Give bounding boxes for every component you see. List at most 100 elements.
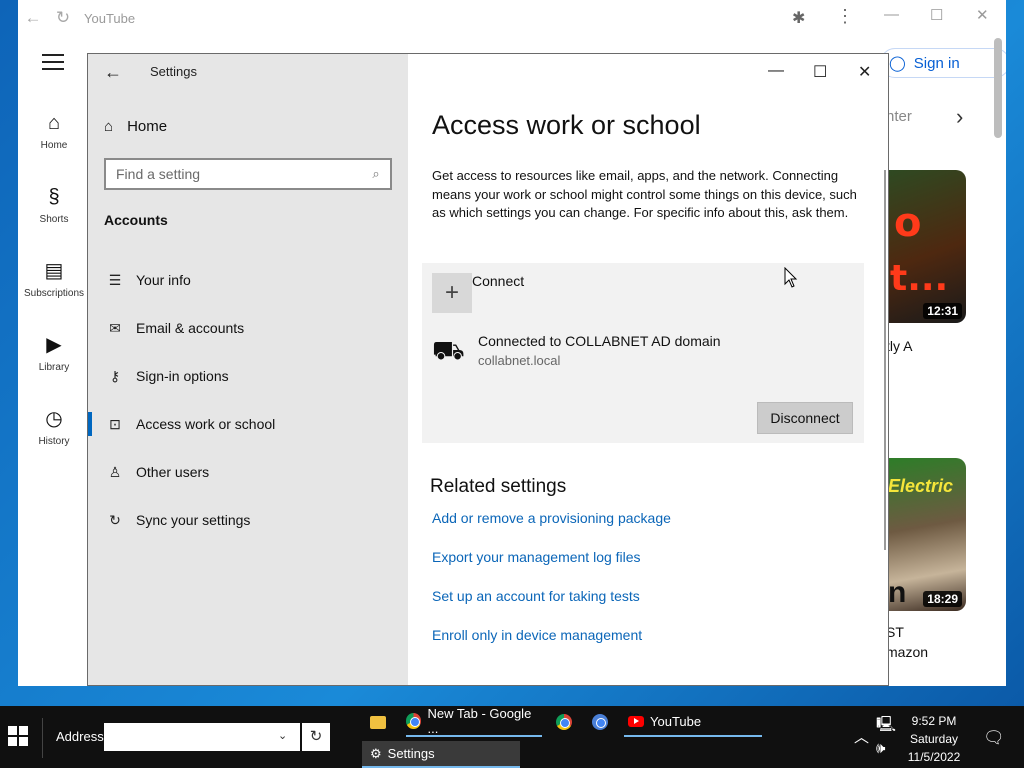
- video-thumbnail[interactable]: o t... 12:31: [886, 170, 966, 323]
- nav-label: Other users: [136, 464, 210, 480]
- taskbar-youtube-button[interactable]: YouTube: [624, 707, 762, 737]
- maximize-button[interactable]: ☐: [813, 62, 827, 82]
- domain-subtitle: collabnet.local: [478, 353, 561, 368]
- connect-button[interactable]: +: [432, 273, 472, 313]
- chevron-up-icon[interactable]: ︿: [854, 726, 869, 747]
- shorts-icon: §: [48, 186, 60, 208]
- yt-nav-label: Subscriptions: [23, 288, 85, 299]
- settings-app-title: Settings: [150, 64, 197, 79]
- chrome-close-button[interactable]: ✕: [976, 6, 989, 24]
- search-icon[interactable]: ⌕: [362, 166, 390, 182]
- yt-nav-label: Shorts: [39, 214, 69, 225]
- nav-email-accounts[interactable]: ✉ Email & accounts: [88, 308, 408, 348]
- nav-your-info[interactable]: ☰ Your info: [88, 260, 408, 300]
- nav-sync-settings[interactable]: ↻ Sync your settings: [88, 500, 408, 540]
- folder-icon: [370, 715, 386, 729]
- yt-nav-history[interactable]: ◷ History: [18, 406, 90, 447]
- file-explorer-button[interactable]: [370, 707, 386, 737]
- subscriptions-icon: ▤: [44, 260, 64, 282]
- yt-nav-label: History: [38, 436, 70, 447]
- start-button[interactable]: [8, 726, 28, 746]
- clock-day: Saturday: [909, 732, 959, 746]
- reload-icon[interactable]: ↻: [48, 8, 78, 28]
- video-title[interactable]: mazon: [886, 642, 928, 662]
- home-icon: ⌂: [47, 112, 61, 134]
- video-title[interactable]: tly A: [886, 336, 912, 356]
- taskbar-chrome-button[interactable]: [556, 707, 572, 737]
- settings-sidebar: ← Settings ⌂ Home ⌕ Accounts ☰ Your info…: [88, 54, 408, 685]
- link-export-logs[interactable]: Export your management log files: [432, 549, 641, 565]
- nav-other-users[interactable]: ♙ Other users: [88, 452, 408, 492]
- minimize-button[interactable]: —: [768, 62, 784, 80]
- nav-sign-in-options[interactable]: ⚷ Sign-in options: [88, 356, 408, 396]
- back-arrow-icon[interactable]: ←: [104, 62, 122, 83]
- settings-home-label: Home: [127, 118, 168, 135]
- link-test-account[interactable]: Set up an account for taking tests: [432, 588, 640, 604]
- domain-title[interactable]: Connected to COLLABNET AD domain: [478, 333, 721, 349]
- chrome-scrollbar[interactable]: [994, 38, 1002, 138]
- video-duration: 18:29: [923, 591, 962, 607]
- chevron-down-icon[interactable]: ⌄: [278, 729, 287, 742]
- chrome-tab-title: YouTube: [84, 10, 136, 26]
- yt-nav-home[interactable]: ⌂ Home: [18, 110, 90, 151]
- back-arrow-icon[interactable]: ←: [18, 8, 48, 28]
- library-icon: ▶: [46, 334, 62, 356]
- search-input[interactable]: [106, 166, 362, 182]
- yt-nav-label: Library: [38, 362, 70, 373]
- notification-icon[interactable]: 🗨: [983, 728, 1005, 748]
- volume-icon[interactable]: 🕪: [876, 740, 885, 757]
- video-thumbnail[interactable]: Electric n 18:29: [886, 458, 966, 611]
- briefcase-icon: ⛟: [432, 335, 465, 365]
- taskbar-button-label: Settings: [387, 746, 435, 761]
- history-icon: ◷: [45, 408, 63, 430]
- taskbar-divider: [42, 718, 43, 758]
- go-button[interactable]: ↻: [302, 723, 330, 751]
- taskbar-button-label: YouTube: [650, 713, 702, 729]
- filter-chip[interactable]: nter: [886, 108, 912, 125]
- nav-label: Access work or school: [136, 416, 276, 432]
- settings-scrollbar[interactable]: [884, 170, 886, 550]
- taskbar: Address ⌄ ↻ New Tab - Google ... YouTube…: [0, 706, 1024, 768]
- link-enroll-device[interactable]: Enroll only in device management: [432, 627, 642, 643]
- chevron-right-icon[interactable]: ›: [956, 104, 963, 130]
- nav-label: Sign-in options: [136, 368, 229, 384]
- settings-search-box[interactable]: ⌕: [104, 158, 392, 190]
- extensions-icon[interactable]: ✱: [792, 8, 805, 28]
- connect-label[interactable]: Connect: [472, 273, 524, 289]
- clock-date: 11/5/2022: [907, 750, 961, 764]
- thumbnail-art: n: [888, 576, 907, 609]
- chrome-icon: [556, 714, 572, 730]
- chrome-titlebar: ← ↻ YouTube ✱ ⋮ — ☐ ✕: [18, 0, 1006, 36]
- settings-home-link[interactable]: ⌂ Home: [104, 118, 167, 135]
- chrome-minimize-button[interactable]: —: [884, 6, 899, 23]
- clock-time: 9:52 PM: [911, 714, 957, 728]
- gear-icon: ⚙: [370, 745, 382, 761]
- yt-nav-subscriptions[interactable]: ▤ Subscriptions: [18, 258, 90, 299]
- taskbar-chromium-button[interactable]: [592, 707, 608, 737]
- taskbar-settings-button[interactable]: ⚙ Settings: [362, 741, 520, 768]
- chromium-icon: [592, 714, 608, 730]
- disconnect-button[interactable]: Disconnect: [757, 402, 853, 434]
- sign-in-button[interactable]: ◯ Sign in: [880, 48, 1006, 78]
- more-menu-icon[interactable]: ⋮: [836, 6, 854, 27]
- address-input[interactable]: [104, 723, 300, 751]
- link-provisioning-package[interactable]: Add or remove a provisioning package: [432, 510, 671, 526]
- yt-nav-library[interactable]: ▶ Library: [18, 332, 90, 373]
- close-button[interactable]: ✕: [858, 62, 871, 82]
- taskbar-button-label: New Tab - Google ...: [427, 706, 532, 736]
- chrome-maximize-button[interactable]: ☐: [930, 6, 943, 24]
- home-icon: ⌂: [104, 118, 114, 135]
- nav-access-work-school[interactable]: ⊡ Access work or school: [88, 404, 408, 444]
- mouse-cursor-icon: [784, 267, 798, 288]
- clock[interactable]: 9:52 PM Saturday 11/5/2022: [896, 712, 972, 766]
- nav-label: Email & accounts: [136, 320, 245, 336]
- related-settings-heading: Related settings: [430, 476, 567, 497]
- network-icon[interactable]: 🖳: [876, 714, 896, 739]
- address-label: Address: [56, 729, 104, 744]
- yt-nav-shorts[interactable]: § Shorts: [18, 184, 90, 225]
- hamburger-menu-icon[interactable]: [42, 54, 64, 70]
- section-heading: Accounts: [104, 212, 168, 228]
- nav-label: Your info: [136, 272, 191, 288]
- plus-icon: +: [432, 273, 472, 313]
- taskbar-chrome-newtab[interactable]: New Tab - Google ...: [406, 706, 542, 737]
